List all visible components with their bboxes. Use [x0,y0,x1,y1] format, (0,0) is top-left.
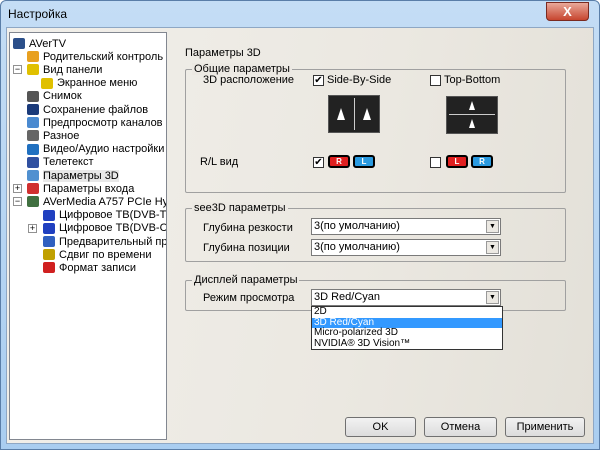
tree-item[interactable]: Родительский контроль [27,50,163,63]
tree-item[interactable]: AVerMedia A757 PCIe Hybrid [27,195,166,208]
side-by-side-monitor-icon [328,95,380,133]
tree-item-label: Снимок [43,90,82,103]
option-nvidia-3d-vision[interactable]: NVIDIA® 3D Vision™ [312,338,502,350]
tree-item-icon [27,156,39,168]
tree-item[interactable]: Параметры входа [27,182,134,195]
tree-item-label: Предварительный просмотр [59,235,167,248]
tree-item-icon [27,51,39,63]
tree-item[interactable]: Экранное меню [41,77,137,90]
sbs-checkbox[interactable]: ✔ [313,75,324,86]
tree-item-icon [27,130,39,142]
tree-item-label: Вид панели [43,63,103,76]
depth-value: 3(по умолчанию) [314,220,400,232]
tree-item-icon [27,196,39,208]
tree-item-icon [27,117,39,129]
tree-item[interactable]: Снимок [27,90,82,103]
depth-select[interactable]: 3(по умолчанию) ▼ [311,218,501,235]
collapse-icon[interactable]: − [13,197,22,207]
tree-item-icon [43,222,55,234]
chevron-down-icon[interactable]: ▼ [486,291,499,304]
sbs-label[interactable]: Side-By-Side [327,74,391,86]
tree-item-label: Предпросмотр каналов [43,116,163,129]
close-button[interactable]: X [546,2,589,21]
tree-item-icon [27,143,39,155]
tree-item[interactable]: Видео/Аудио настройки [27,143,164,156]
layout-label: 3D расположение [203,74,295,86]
tree-item[interactable]: Предварительный просмотр [43,235,167,248]
tree-item-icon [13,38,25,49]
position-select[interactable]: 3(по умолчанию) ▼ [311,239,501,256]
tree-item-label: AVerTV [29,37,67,50]
rl-option1-checkbox[interactable]: ✔ [313,157,324,168]
collapse-icon[interactable]: − [13,65,22,75]
tree-item[interactable]: Параметры 3D [27,169,119,182]
tree-item-icon [27,104,39,115]
tree-item[interactable]: Цифровое ТВ(DVB-C) [43,222,167,235]
position-label: Глубина позиции [203,242,290,254]
apply-button[interactable]: Применить [505,417,585,437]
expand-icon[interactable]: + [28,223,37,233]
tree-item[interactable]: Сохранение файлов [27,103,148,116]
tree-item-label: Сохранение файлов [43,103,149,116]
tree-item-label: Сдвиг по времени [59,248,152,261]
tree-item[interactable]: Предпросмотр каналов [27,116,163,129]
tree-item-icon [41,77,53,89]
tree-item-label: Телетекст [43,156,94,169]
depth-label: Глубина резкости [203,222,293,234]
tree-item-icon [27,90,39,102]
lens-right: R [471,155,493,168]
settings-tree[interactable]: AVerTV Родительский контроль Вид панели − Эк… [9,32,167,440]
window-title: Настройка [8,7,68,21]
chevron-down-icon[interactable]: ▼ [486,220,499,233]
tree-item-label: Цифровое ТВ(DVB-C) [59,222,167,235]
tree-item[interactable]: Вид панели [27,63,102,76]
top-bottom-monitor-icon [446,96,498,134]
page-title: Параметры 3D [185,47,261,59]
tree-item-label: Экранное меню [57,77,138,90]
rl-option2-checkbox[interactable] [430,157,441,168]
tree-item[interactable]: Цифровое ТВ(DVB-T) [43,209,167,222]
tree-item-icon [27,170,39,181]
rl-label: R/L вид [200,156,239,168]
glasses-lr-icon: L R [446,155,493,169]
tree-item-label: Родительский контроль [43,50,164,63]
expand-icon[interactable]: + [13,184,22,194]
tree-item[interactable]: Разное [27,129,79,142]
tree-item-label: Разное [43,129,80,142]
mode-value: 3D Red/Cyan [314,291,381,303]
glasses-rl-icon: R L [328,155,375,169]
tree-item-icon [43,236,55,247]
see3d-group-title: see3D параметры [192,202,288,214]
option-2d[interactable]: 2D [312,306,502,318]
mode-select[interactable]: 3D Red/Cyan ▼ [311,289,501,306]
tb-checkbox[interactable] [430,75,441,86]
tree-item-label: Параметры 3D [43,169,119,182]
tree-item-icon [43,209,55,221]
tree-item-label: Формат записи [59,261,137,274]
tree-item-icon [27,64,39,76]
tree-item[interactable]: Телетекст [27,156,94,169]
position-value: 3(по умолчанию) [314,241,400,253]
display-group-title: Дисплей параметры [192,274,300,286]
tree-item[interactable]: Сдвиг по времени [43,248,152,261]
chevron-down-icon[interactable]: ▼ [486,241,499,254]
tb-label[interactable]: Top-Bottom [444,74,500,86]
lens-right: L [353,155,375,168]
tree-item[interactable]: AVerTV [13,37,66,50]
mode-dropdown-list[interactable]: 2D 3D Red/Cyan Micro-polarized 3D NVIDIA… [311,306,503,350]
tree-item-label: AVerMedia A757 PCIe Hybrid [43,195,166,208]
tree-item-icon [43,262,55,274]
tree-item[interactable]: Формат записи [43,261,136,274]
lens-left: R [328,155,350,168]
tree-item-label: Видео/Аудио настройки [43,143,165,156]
option-micro-polarized[interactable]: Micro-polarized 3D [312,327,502,339]
ok-button[interactable]: OK [345,417,416,437]
tree-item-icon [43,249,55,261]
mode-label: Режим просмотра [203,292,295,304]
tree-item-label: Параметры входа [43,182,135,195]
tree-item-icon [27,183,39,195]
cancel-button[interactable]: Отмена [424,417,497,437]
lens-left: L [446,155,468,168]
tree-item-label: Цифровое ТВ(DVB-T) [59,209,167,222]
